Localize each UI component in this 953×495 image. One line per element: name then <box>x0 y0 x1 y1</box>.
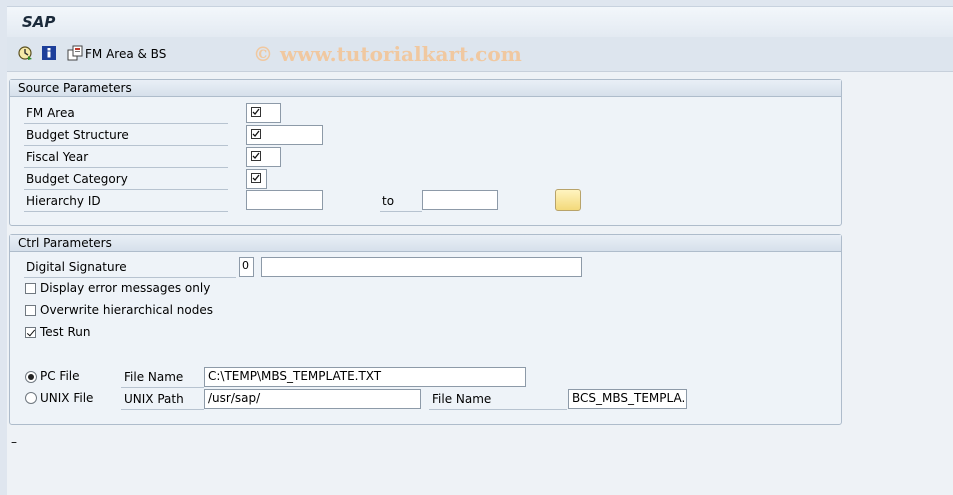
file-name-label: File Name <box>121 367 204 388</box>
unix-file-label: UNIX File <box>40 391 94 405</box>
display-errors-label: Display error messages only <box>40 281 211 295</box>
overwrite-nodes-checkbox[interactable] <box>25 305 36 316</box>
execute-clock-icon[interactable] <box>17 45 33 61</box>
page-title: SAP <box>22 13 56 31</box>
unix-path-label: UNIX Path <box>121 389 204 410</box>
ctrl-parameters-header: Ctrl Parameters <box>10 235 841 252</box>
pc-file-label: PC File <box>40 369 80 383</box>
budget-structure-label: Budget Structure <box>24 125 228 146</box>
selection-screen: Source Parameters FM Area Budget Structu… <box>7 72 953 495</box>
display-errors-checkbox[interactable] <box>25 283 36 294</box>
digital-signature-text-field <box>261 257 582 277</box>
budget-category-label: Budget Category <box>24 169 228 190</box>
overwrite-nodes-label: Overwrite hierarchical nodes <box>40 303 213 317</box>
fm-area-bs-button[interactable]: FM Area & BS <box>85 47 166 61</box>
required-field-icon <box>251 129 261 139</box>
unix-file-name-input[interactable]: BCS_MBS_TEMPLA... <box>568 389 687 409</box>
fiscal-year-label: Fiscal Year <box>24 147 228 168</box>
budget-structure-input[interactable] <box>246 125 323 145</box>
required-field-icon <box>251 107 261 117</box>
unix-file-name-label: File Name <box>429 389 567 410</box>
pc-file-radio[interactable] <box>25 371 37 383</box>
application-toolbar: FM Area & BS © www.tutorialkart.com <box>7 37 953 72</box>
hierarchy-id-label: Hierarchy ID <box>24 191 228 212</box>
fm-area-label: FM Area <box>24 103 228 124</box>
multiple-selection-button[interactable] <box>555 189 581 211</box>
fm-area-input[interactable] <box>246 103 281 123</box>
fiscal-year-input[interactable] <box>246 147 281 167</box>
info-icon[interactable] <box>41 45 57 61</box>
budget-category-input[interactable] <box>246 169 267 189</box>
hierarchy-id-to-input[interactable] <box>422 190 498 210</box>
copy-document-icon[interactable] <box>67 45 83 61</box>
unix-file-radio[interactable] <box>25 392 37 404</box>
digital-signature-code-input[interactable]: 0 <box>239 257 254 277</box>
unix-path-input[interactable]: /usr/sap/ <box>204 389 421 409</box>
test-run-label: Test Run <box>40 325 91 339</box>
test-run-checkbox[interactable] <box>25 327 36 338</box>
hierarchy-id-from-input[interactable] <box>246 190 323 210</box>
required-field-icon <box>251 173 261 183</box>
status-marker: – <box>11 435 17 449</box>
to-label: to <box>380 191 422 212</box>
title-bar: SAP <box>7 6 953 37</box>
digital-signature-label: Digital Signature <box>24 257 236 278</box>
watermark: © www.tutorialkart.com <box>253 42 522 66</box>
source-parameters-header: Source Parameters <box>10 80 841 97</box>
pc-file-name-input[interactable]: C:\TEMP\MBS_TEMPLATE.TXT <box>204 367 526 387</box>
required-field-icon <box>251 151 261 161</box>
